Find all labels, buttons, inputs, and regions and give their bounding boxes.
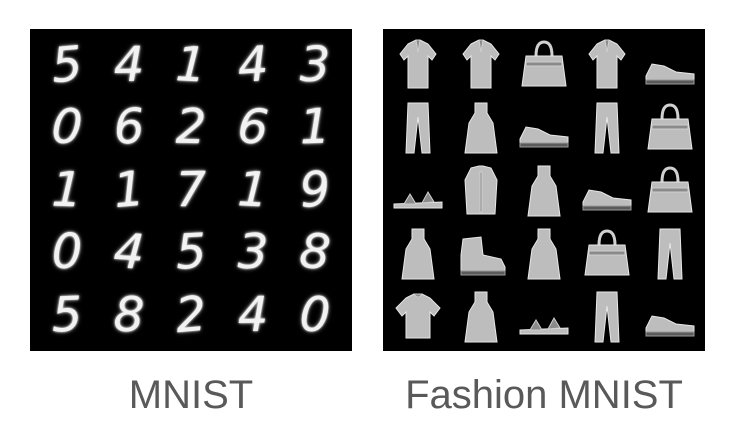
digit-cell: 2 [173,285,209,345]
trouser-icon [575,284,638,347]
bag-icon [638,96,701,159]
shirt-icon [450,33,513,96]
bag-icon [575,221,638,284]
dress-icon [513,159,576,222]
digit-cell: 6 [235,98,271,157]
digit-cell: 4 [237,286,269,344]
digit-cell: 1 [236,161,270,219]
tshirt-icon [387,284,450,347]
sandal-icon [387,159,450,222]
digit-cell: 1 [174,36,208,94]
bag-icon [638,159,701,222]
ankle-boot-icon [450,221,513,284]
digit-cell: 3 [299,37,331,94]
dress-icon [450,96,513,159]
trouser-icon [575,96,638,159]
digit-cell: 5 [50,286,84,344]
digit-cell: 1 [50,161,84,219]
dress-icon [387,221,450,284]
mnist-sample-image: 5414306261117190453858240 [30,29,352,351]
digit-cell: 3 [237,224,269,281]
digit-cell: 9 [297,160,333,219]
digit-cell: 4 [111,223,147,282]
digit-cell: 0 [298,286,332,344]
mnist-caption: MNIST [128,373,254,417]
digit-cell: 5 [174,223,208,282]
digit-cell: 5 [49,35,85,95]
shirt-icon [575,33,638,96]
digit-cell: 8 [112,286,146,344]
sneaker-icon [638,33,701,96]
digit-cell: 1 [298,99,332,157]
shirt-icon [387,33,450,96]
bag-icon [513,33,576,96]
mnist-digit-grid: 5414306261117190453858240 [36,34,346,346]
digit-cell: 0 [51,224,83,281]
digit-cell: 1 [111,160,147,220]
digit-cell: 0 [49,98,85,157]
dress-icon [513,221,576,284]
fashion-mnist-sample-image [383,29,705,351]
digit-cell: 4 [113,36,145,94]
sneaker-icon [513,96,576,159]
digit-cell: 8 [297,223,333,282]
digit-cell: 6 [112,98,146,157]
coat-icon [450,159,513,222]
trouser-icon [638,221,701,284]
digit-cell: 2 [175,99,207,156]
fashion-mnist-caption: Fashion MNIST [405,373,683,417]
fashion-mnist-item-grid [387,33,701,347]
digit-cell: 4 [235,36,271,95]
sneaker-icon [638,284,701,347]
dress-icon [450,284,513,347]
trouser-icon [387,96,450,159]
sneaker-icon [575,159,638,222]
sandal-icon [513,284,576,347]
digit-cell: 7 [175,161,207,219]
